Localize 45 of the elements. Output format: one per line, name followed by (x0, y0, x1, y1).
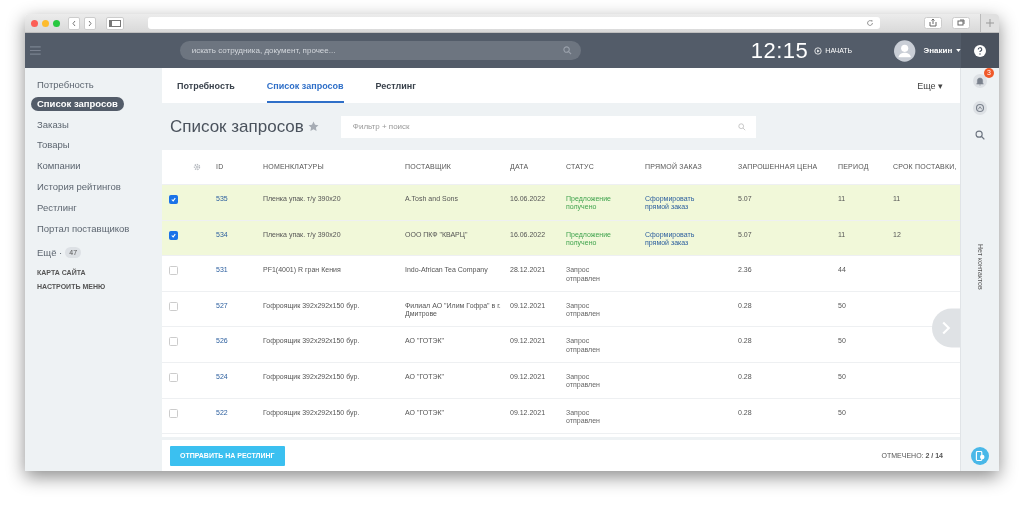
sidebar-item[interactable]: История рейтингов (31, 180, 127, 201)
search-field[interactable]: искать сотрудника, документ, прочее... (179, 41, 581, 60)
star-icon[interactable] (307, 121, 319, 132)
forward-icon[interactable] (84, 16, 96, 30)
row-checkbox[interactable] (169, 372, 178, 382)
sidebar-item[interactable]: Список запросов (31, 96, 124, 111)
more-link[interactable]: Ещё · (37, 246, 63, 258)
reload-icon[interactable] (866, 19, 874, 27)
sidebar-toggle-icon[interactable] (106, 16, 124, 30)
help-icon[interactable] (974, 44, 987, 57)
sidebar-item[interactable]: Рестлинг (31, 200, 83, 222)
sidebar-item[interactable]: Портал поставщиков (31, 221, 136, 243)
user-name[interactable]: Энакин (923, 46, 953, 55)
share-icon[interactable] (924, 17, 942, 29)
row-checkbox[interactable] (169, 337, 178, 347)
window-controls-icon[interactable] (31, 19, 60, 27)
more-menu[interactable]: Еще ▾ (917, 80, 943, 91)
row-checkbox[interactable] (169, 195, 178, 204)
tab[interactable]: Список запросов (266, 68, 344, 103)
row-checkbox[interactable] (169, 230, 178, 240)
clock-time: 12:15 (750, 37, 809, 64)
row-checkbox[interactable] (169, 266, 178, 276)
page-title: Список запросов (170, 116, 304, 137)
phone-icon[interactable] (971, 447, 989, 465)
avatar-icon[interactable] (894, 39, 916, 62)
tab[interactable]: Потребность (177, 68, 235, 103)
sidebar-item[interactable]: Компании (31, 159, 87, 180)
bell-icon[interactable] (973, 74, 987, 88)
sidebar-item[interactable]: Потребность (31, 78, 100, 99)
caret-icon[interactable] (956, 49, 962, 52)
settings-icon[interactable] (193, 163, 201, 171)
row-checkbox[interactable] (169, 408, 178, 418)
chat-icon[interactable] (973, 101, 987, 115)
tab[interactable]: Рестлинг (375, 68, 416, 103)
sidebar-item[interactable]: Заказы (31, 117, 75, 139)
play-icon (814, 46, 823, 55)
search-icon[interactable] (973, 128, 987, 142)
sidebar-item[interactable]: Товары (31, 138, 76, 160)
filter-field[interactable]: Фильтр + поиск (340, 115, 756, 138)
search-icon[interactable] (562, 46, 572, 55)
new-tab-icon[interactable] (980, 14, 999, 32)
tabs-icon[interactable] (952, 17, 970, 29)
menu-icon[interactable] (30, 46, 41, 55)
row-checkbox[interactable] (169, 301, 178, 311)
back-icon[interactable] (68, 16, 80, 30)
